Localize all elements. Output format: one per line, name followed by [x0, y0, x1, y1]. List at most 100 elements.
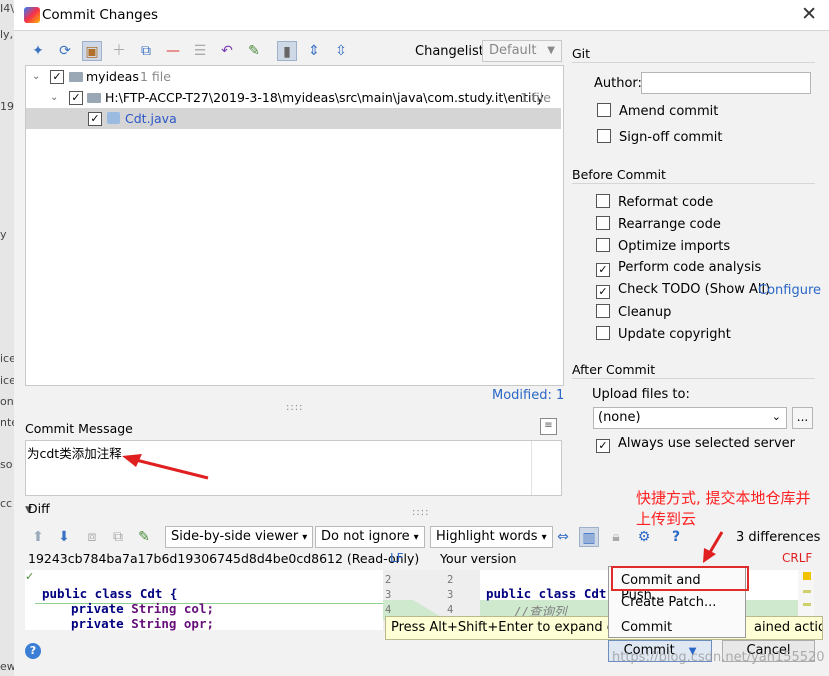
viewer-mode-value: Side-by-side viewer [171, 529, 299, 544]
upload-label: Upload files to: [592, 387, 690, 402]
checkbox-dir[interactable]: ✓ [69, 91, 83, 105]
whitespace-select[interactable]: Do not ignore ▾ [315, 526, 425, 548]
code-keyword: private [71, 601, 124, 616]
checkbox-file[interactable]: ✓ [88, 112, 102, 126]
lock-icon[interactable]: 🔒︎ [606, 527, 626, 547]
reformat-checkbox[interactable] [596, 194, 610, 208]
help-button[interactable]: ? [25, 643, 41, 659]
chevron-down-icon[interactable]: ⌄ [32, 66, 40, 87]
add-icon[interactable]: ＋ [109, 41, 129, 61]
annotation-line: 上传到云 [636, 510, 697, 528]
bleed-text: y [0, 228, 7, 241]
menu-item-commit[interactable]: Commit [621, 620, 672, 635]
tree-row-root[interactable]: ⌄ ✓ myideas 1 file [26, 66, 561, 87]
shelve-icon[interactable]: ▣ [82, 41, 102, 61]
check-todo-option[interactable]: ✓ Check TODO (Show All) [596, 282, 770, 299]
perform-analysis-option[interactable]: ✓ Perform code analysis [596, 260, 761, 277]
title-bar: Commit Changes ✕ [14, 0, 829, 31]
changelist-select[interactable]: Default ▼ [482, 40, 562, 62]
upload-server-select[interactable]: (none) ⌄ [593, 407, 787, 429]
changelist-value: Default [489, 43, 537, 58]
tooltip-tail: ained action [754, 620, 822, 635]
prev-file-icon[interactable]: ⧈ [82, 527, 102, 547]
diff-label: Diff [28, 501, 50, 516]
signoff-checkbox[interactable] [597, 129, 611, 143]
always-use-checkbox[interactable]: ✓ [596, 439, 610, 453]
code-keyword: private [71, 616, 124, 631]
tree-root-count: 1 file [140, 69, 171, 84]
browse-servers-button[interactable]: ... [792, 407, 813, 429]
reformat-label: Reformat code [618, 195, 714, 210]
update-copyright-option[interactable]: Update copyright [596, 326, 731, 342]
always-use-option[interactable]: ✓ Always use selected server [596, 436, 795, 453]
bleed-text: cc [0, 497, 13, 510]
annotation-line: 快捷方式, 提交本地仓库并 [636, 489, 811, 507]
author-input[interactable] [641, 72, 811, 94]
configure-link[interactable]: Configure [758, 283, 821, 298]
next-file-icon[interactable]: ⧉ [108, 527, 128, 547]
signoff-commit-option[interactable]: Sign-off commit [597, 129, 722, 145]
update-copyright-checkbox[interactable] [596, 326, 610, 340]
perform-analysis-checkbox[interactable]: ✓ [596, 263, 610, 277]
chevron-down-icon: ⌄ [771, 410, 781, 423]
group-icon[interactable]: ☰ [190, 41, 210, 61]
refresh-icon[interactable]: ⟳ [55, 41, 75, 61]
collapse-icon[interactable]: ⇳ [331, 41, 351, 61]
side-by-side-icon[interactable]: ▥ [579, 527, 599, 547]
changes-tree[interactable]: ⌄ ✓ myideas 1 file ⌄ ✓ H:\FTP-ACCP-T27\2… [25, 65, 564, 386]
cleanup-checkbox[interactable] [596, 304, 610, 318]
java-class-icon [107, 112, 120, 124]
tree-file-label: Cdt.java [125, 111, 177, 126]
menu-item-create-patch[interactable]: Create Patch... [621, 595, 716, 610]
tooltip: Press Alt+Shift+Enter to expand or use ai… [385, 616, 823, 640]
git-section-title: Git [572, 46, 591, 61]
rearrange-label: Rearrange code [618, 217, 721, 232]
splitter-grip[interactable]: :::: [412, 507, 429, 518]
chevron-down-icon[interactable]: ⌄ [50, 87, 58, 108]
left-pane-header: 19243cb784ba7a17b6d19306745d8d4be0cd8612… [28, 551, 420, 566]
sync-scroll-icon[interactable]: ⇔ [553, 527, 573, 547]
expand-icon[interactable]: ⇕ [304, 41, 324, 61]
splitter-grip[interactable]: :::: [286, 402, 303, 413]
commit-message-label: Commit Message [25, 421, 133, 436]
optimize-option[interactable]: Optimize imports [596, 238, 730, 254]
optimize-label: Optimize imports [618, 239, 731, 254]
optimize-checkbox[interactable] [596, 238, 610, 252]
close-icon[interactable]: ✕ [801, 3, 817, 25]
message-history-icon[interactable]: ≡ [540, 418, 557, 435]
edit-source-icon[interactable]: ✎ [134, 527, 154, 547]
warning-marker-icon [803, 572, 811, 580]
reformat-option[interactable]: Reformat code [596, 194, 713, 210]
revert-icon[interactable]: ↶ [217, 41, 237, 61]
code-line: public class Cdt { [486, 586, 622, 601]
rearrange-checkbox[interactable] [596, 216, 610, 230]
highlight-select[interactable]: Highlight words ▾ [430, 526, 553, 548]
viewer-mode-select[interactable]: Side-by-side viewer ▾ [165, 526, 314, 548]
amend-checkbox[interactable] [597, 103, 611, 117]
rearrange-option[interactable]: Rearrange code [596, 216, 721, 232]
jump-icon[interactable]: ✎ [244, 41, 264, 61]
gear-icon[interactable]: ⚙ [634, 527, 654, 547]
remove-icon[interactable]: — [163, 41, 183, 61]
highlight-value: Highlight words [436, 529, 538, 544]
tree-row-dir[interactable]: ⌄ ✓ H:\FTP-ACCP-T27\2019-3-18\myideas\sr… [26, 87, 561, 108]
check-todo-checkbox[interactable]: ✓ [596, 285, 610, 299]
help-icon[interactable]: ? [666, 527, 686, 547]
amend-commit-option[interactable]: Amend commit [597, 103, 718, 119]
compare-icon[interactable]: ✦ [28, 41, 48, 61]
tree-row-file[interactable]: ✓ Cdt.java [26, 108, 561, 129]
bleed-text: ly, [0, 28, 14, 41]
signoff-commit-label: Sign-off commit [619, 130, 723, 145]
cleanup-option[interactable]: Cleanup [596, 304, 671, 320]
highlight-annotation [611, 566, 749, 591]
previous-diff-icon[interactable]: ⬆ [28, 527, 48, 547]
tree-root-label: myideas [86, 69, 139, 84]
move-icon[interactable]: ⧉ [136, 41, 156, 61]
code-line: private String opr; [71, 616, 214, 631]
before-commit-title: Before Commit [572, 167, 666, 182]
background-window-edge: I4\r ly, 19 y ice ice ont nter so cc ew [0, 0, 23, 676]
toggle-icon[interactable]: ▮ [277, 41, 297, 61]
right-line-number: 3 [447, 589, 454, 601]
checkbox-root[interactable]: ✓ [50, 70, 64, 84]
next-diff-icon[interactable]: ⬇ [54, 527, 74, 547]
